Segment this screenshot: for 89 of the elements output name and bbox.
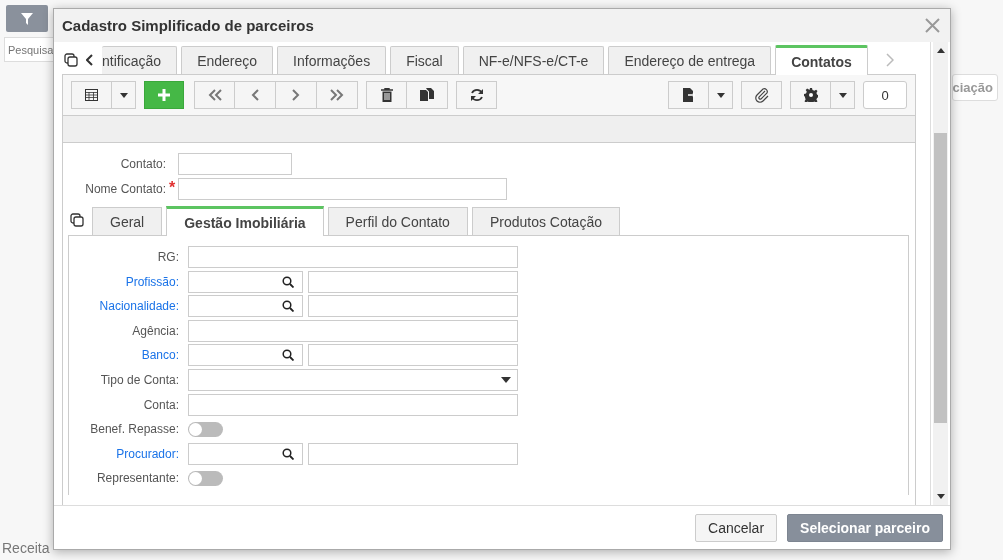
field-label: Agência: xyxy=(131,323,179,338)
field-label: RG: xyxy=(156,250,179,264)
next-button[interactable] xyxy=(276,81,317,109)
trash-icon xyxy=(380,88,393,102)
revenue-label: Receita xyxy=(2,540,50,556)
dropdown-button[interactable] xyxy=(831,81,855,109)
tab[interactable]: Contatos xyxy=(775,45,868,75)
filter-icon xyxy=(21,12,33,25)
tab[interactable]: Endereço xyxy=(181,46,274,74)
copy-icon[interactable] xyxy=(70,213,84,227)
field-label: Contato: xyxy=(119,157,166,171)
input-field[interactable] xyxy=(308,270,518,293)
search-icon[interactable] xyxy=(282,447,294,460)
input-field[interactable] xyxy=(188,246,518,268)
plus-icon xyxy=(157,88,171,102)
close-icon[interactable] xyxy=(925,18,940,33)
dialog-title: Cadastro Simplificado de parceiros xyxy=(62,17,314,34)
scroll-right-icon[interactable] xyxy=(885,53,894,67)
export-button[interactable] xyxy=(668,81,709,109)
lookup-link[interactable]: Nacionalidade: xyxy=(69,299,179,314)
field-label: Nome Contato: xyxy=(84,182,166,196)
copy-icon xyxy=(420,88,434,102)
caret-icon xyxy=(501,376,511,383)
input-field[interactable] xyxy=(178,153,292,175)
tab[interactable]: Fiscal xyxy=(390,46,459,74)
settings-button[interactable] xyxy=(790,81,831,109)
field-label: Tipo de Conta: xyxy=(99,372,179,387)
refresh-button[interactable] xyxy=(456,81,497,109)
toggle-switch[interactable] xyxy=(188,470,223,486)
paperclip-icon xyxy=(753,87,770,103)
caret-icon xyxy=(838,92,847,98)
previous-button[interactable] xyxy=(235,81,276,109)
toggle-switch[interactable] xyxy=(188,421,223,437)
input-field[interactable] xyxy=(308,442,518,465)
field-label: Benef. Repasse: xyxy=(89,422,179,437)
duplicate-button[interactable] xyxy=(407,81,448,109)
field-label: Conta: xyxy=(142,397,179,412)
double-chevron-right-icon xyxy=(330,89,344,101)
delete-button[interactable] xyxy=(366,81,407,109)
tab[interactable]: Produtos Cotação xyxy=(471,207,620,235)
scroll-up-icon[interactable] xyxy=(936,48,945,53)
scroll-down-icon[interactable] xyxy=(936,494,945,499)
lookup-field[interactable] xyxy=(188,295,303,318)
lookup-link[interactable]: Profissão: xyxy=(69,274,179,289)
refresh-icon xyxy=(469,88,484,102)
lookup-link[interactable]: Procurador: xyxy=(69,446,179,461)
tab[interactable]: Perfil do Contato xyxy=(327,207,468,235)
double-chevron-left-icon xyxy=(207,89,222,101)
chevron-left-icon xyxy=(251,89,259,101)
lookup-field[interactable] xyxy=(188,442,303,465)
search-icon[interactable] xyxy=(282,349,294,362)
required-mark: * xyxy=(168,179,176,196)
scroll-left-icon[interactable] xyxy=(86,53,94,66)
dropdown-button[interactable] xyxy=(112,81,136,109)
select-field[interactable] xyxy=(188,368,518,391)
record-counter: 0 xyxy=(863,81,907,109)
input-field[interactable] xyxy=(178,178,507,200)
tab[interactable]: Informações xyxy=(277,46,387,74)
field-label: Representante: xyxy=(95,471,179,486)
cancel-button[interactable]: Cancelar xyxy=(695,513,778,542)
settings-icon xyxy=(803,88,818,102)
copy-icon[interactable] xyxy=(64,52,78,67)
tab[interactable]: Endereço de entrega xyxy=(608,46,772,74)
grid-view-button[interactable] xyxy=(71,81,112,109)
input-field[interactable] xyxy=(308,344,518,367)
table-icon xyxy=(85,89,98,101)
search-icon[interactable] xyxy=(282,275,294,288)
lookup-field[interactable] xyxy=(188,270,303,293)
input-field[interactable] xyxy=(188,393,518,416)
first-button[interactable] xyxy=(194,81,235,109)
last-button[interactable] xyxy=(317,81,358,109)
chevron-right-icon xyxy=(292,89,300,101)
caret-icon xyxy=(119,92,128,98)
tab[interactable]: NF-e/NFS-e/CT-e xyxy=(462,46,605,74)
tab[interactable]: Geral xyxy=(92,207,163,235)
tab[interactable]: ntificação xyxy=(102,46,178,74)
filter-button[interactable] xyxy=(6,5,48,32)
dropdown-button[interactable] xyxy=(709,81,733,109)
add-button[interactable] xyxy=(144,81,184,109)
lookup-link[interactable]: Banco: xyxy=(69,348,179,363)
attach-button[interactable] xyxy=(741,81,782,109)
search-icon[interactable] xyxy=(282,300,294,313)
file-export-icon xyxy=(682,88,695,102)
tab[interactable]: Gestão Imobiliária xyxy=(166,206,324,236)
caret-icon xyxy=(716,92,725,98)
input-field[interactable] xyxy=(188,319,518,342)
scrollbar-thumb[interactable] xyxy=(934,133,947,423)
input-field[interactable] xyxy=(308,295,518,318)
lookup-field[interactable] xyxy=(188,344,303,367)
